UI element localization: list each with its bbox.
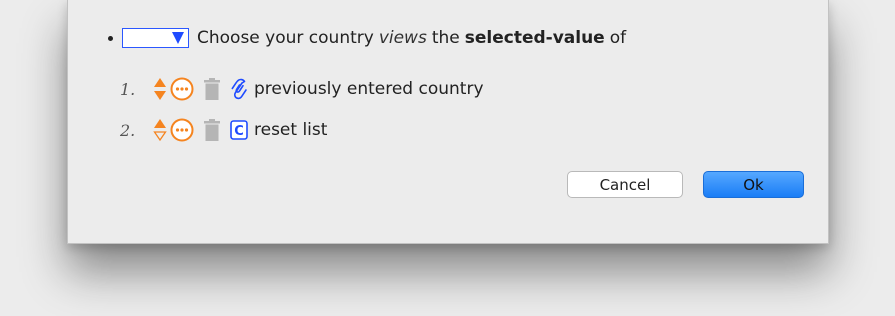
ok-button[interactable]: Ok xyxy=(703,171,804,198)
statement-text: Choose your country xyxy=(197,28,374,48)
list-item-label: reset list xyxy=(254,120,328,140)
list-item: 2. C reset list xyxy=(120,117,327,143)
cancel-button[interactable]: Cancel xyxy=(567,171,683,198)
dropdown-arrow-icon xyxy=(172,32,184,44)
statement-the: the xyxy=(431,28,460,48)
views-statement: Choose your country views the selected-v… xyxy=(108,26,626,50)
constant-c-letter: C xyxy=(234,124,244,139)
reorder-up-down-icon[interactable] xyxy=(152,77,168,101)
list-item-number: 1. xyxy=(120,79,136,99)
more-options-icon[interactable] xyxy=(170,77,194,101)
paperclip-icon xyxy=(230,77,248,101)
constant-c-icon: C xyxy=(230,120,248,140)
trash-icon[interactable] xyxy=(203,118,221,142)
bullet xyxy=(108,35,113,41)
object-select-dropdown[interactable] xyxy=(122,28,189,48)
reorder-up-icon[interactable] xyxy=(152,118,168,142)
statement-of: of xyxy=(609,28,627,48)
list-item-label: previously entered country xyxy=(254,79,484,99)
keyword-selected-value: selected-value xyxy=(464,28,605,48)
trash-icon[interactable] xyxy=(203,77,221,101)
list-item: 1. previously entered country xyxy=(120,76,484,102)
dialog: Choose your country views the selected-v… xyxy=(67,0,829,244)
keyword-views: views xyxy=(378,28,427,48)
more-options-icon[interactable] xyxy=(170,118,194,142)
list-item-number: 2. xyxy=(120,120,136,140)
